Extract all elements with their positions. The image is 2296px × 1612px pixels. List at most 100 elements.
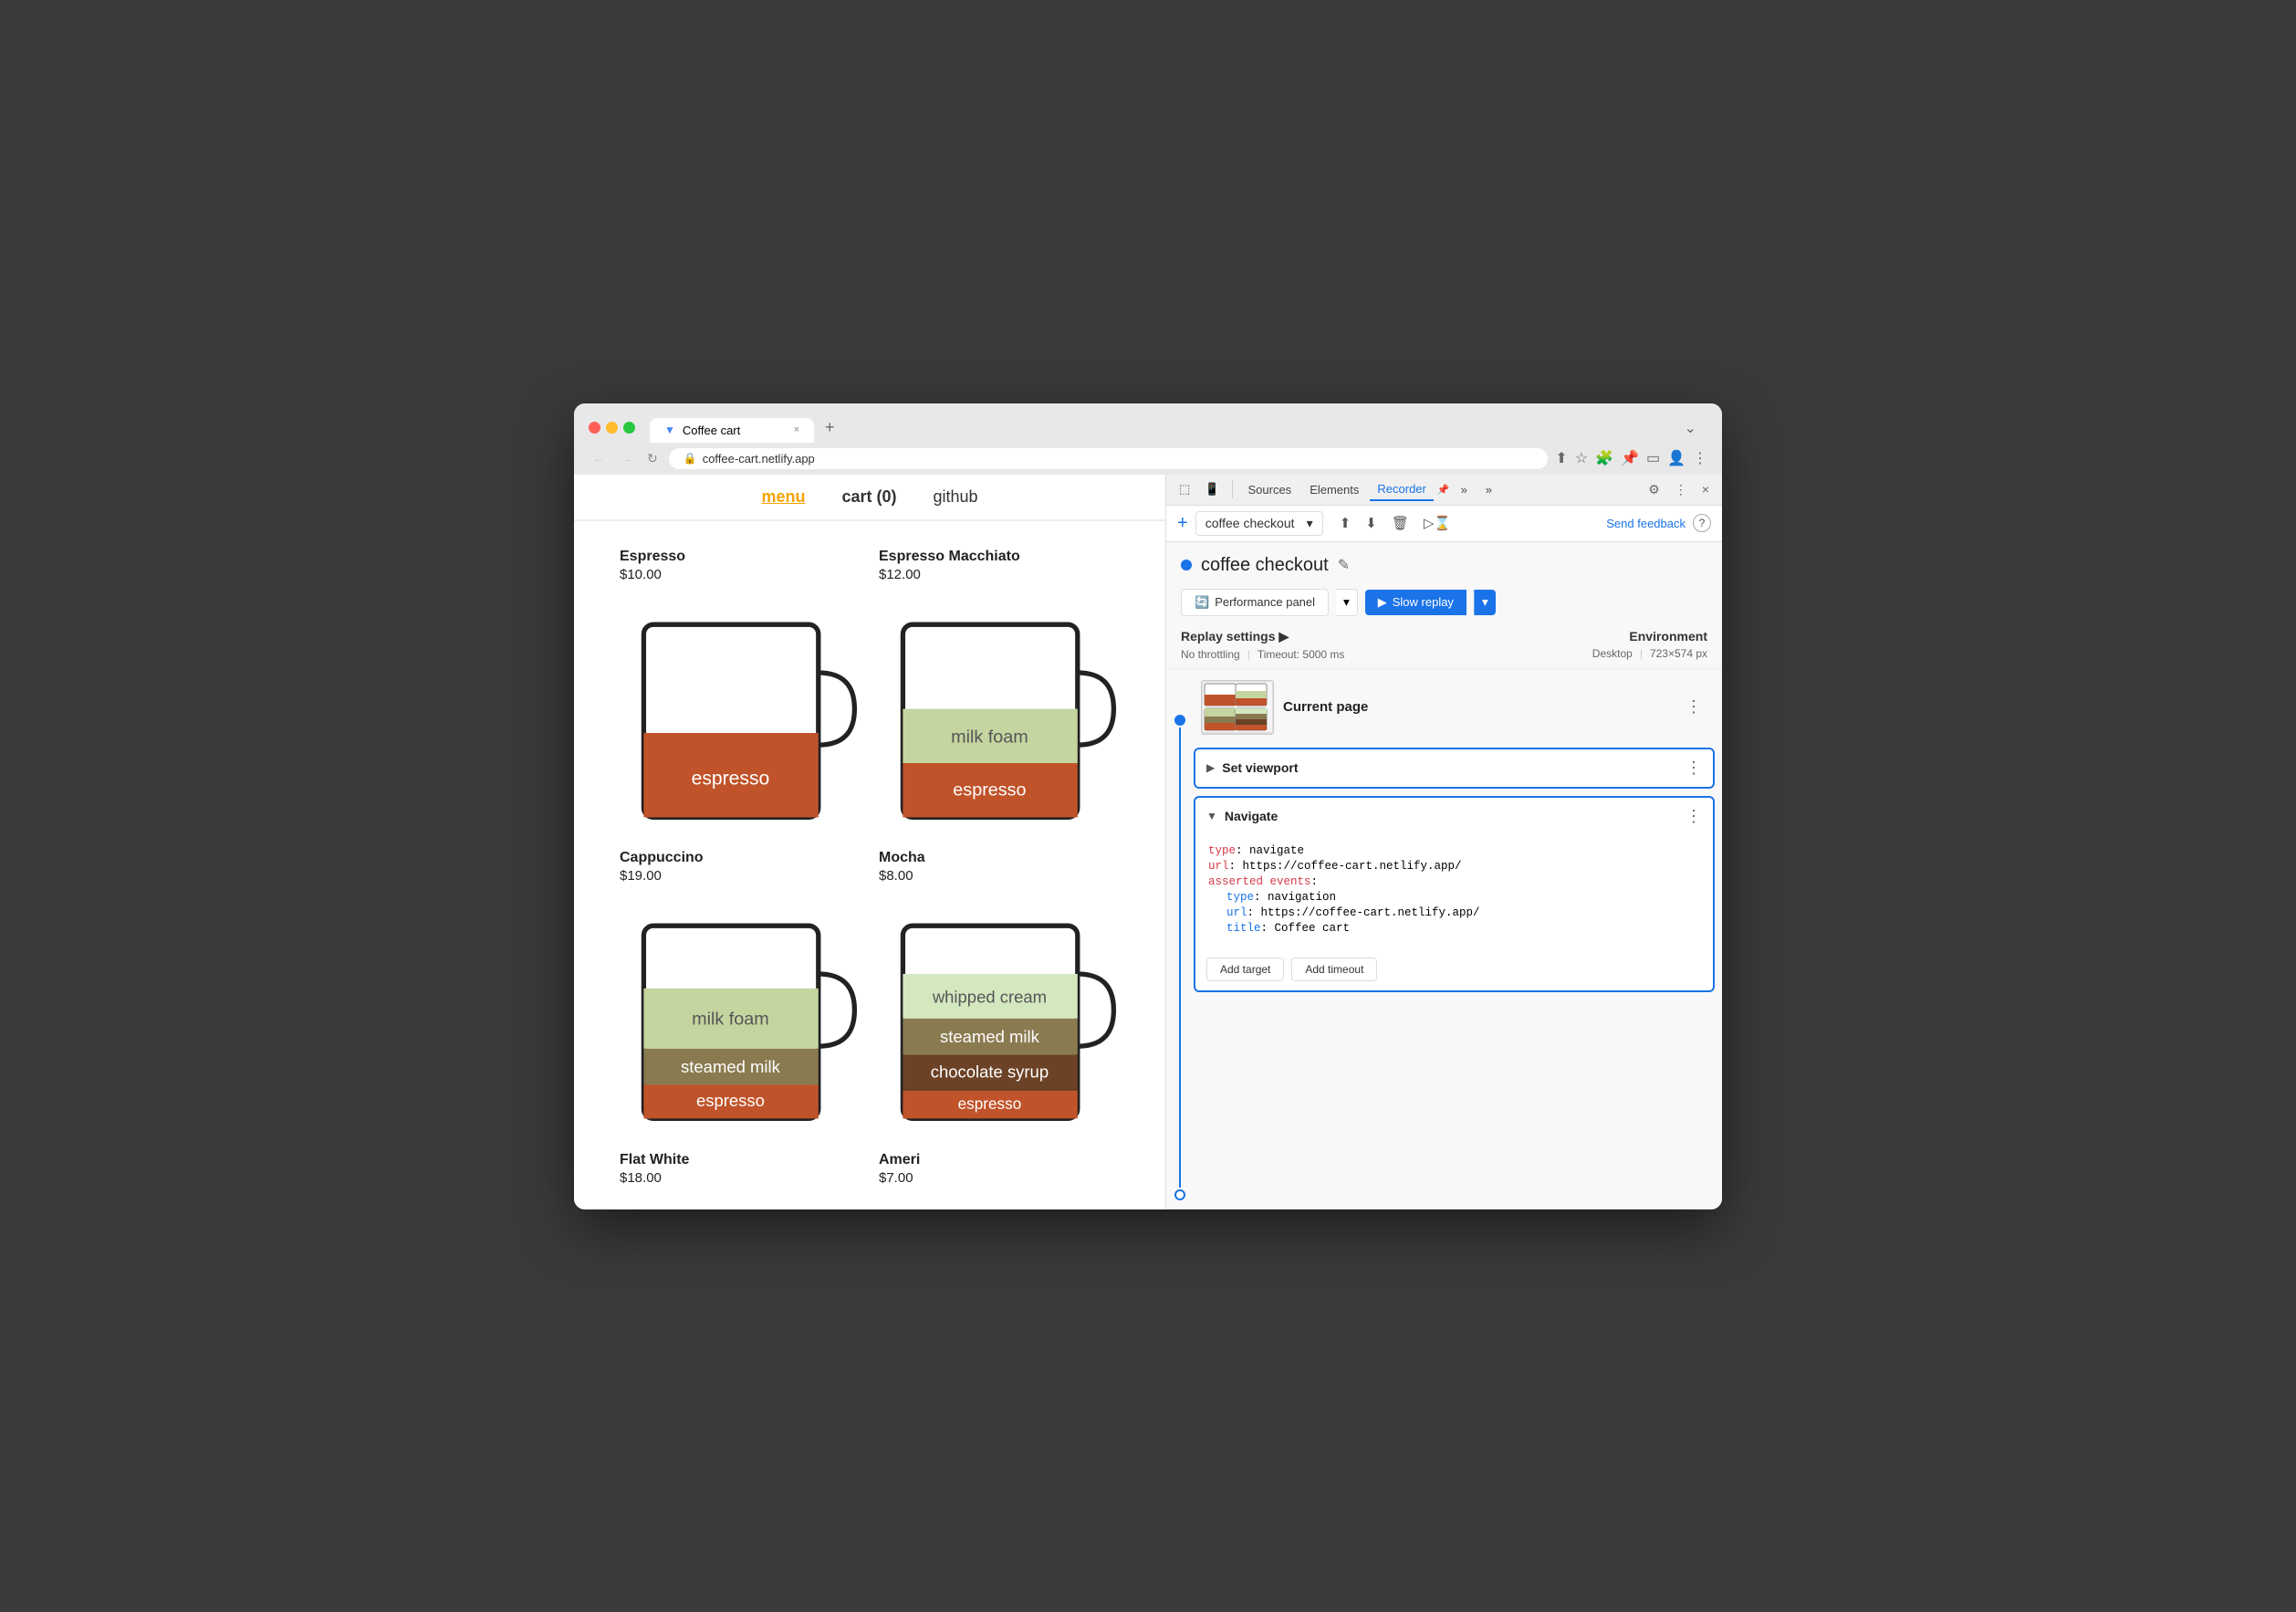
import-button[interactable]: ⬇ [1360,511,1383,535]
browser-tab[interactable]: ▼ Coffee cart × [650,418,814,443]
nav-cart-link[interactable]: cart (0) [841,487,896,507]
minimize-window-button[interactable] [606,422,618,434]
step-set-viewport-header[interactable]: ▶ Set viewport ⋮ [1195,749,1713,787]
tab-expand-button[interactable]: ⌄ [1674,413,1707,443]
share-icon[interactable]: ⬆ [1555,449,1567,467]
timeline-connector-1 [1179,727,1181,1188]
address-actions: ⬆ ☆ 🧩 📌 ▭ 👤 ⋮ [1555,449,1707,467]
product-name: Espresso [620,549,861,565]
product-cappuccino[interactable]: Cappuccino $19.00 milk foam steamed milk… [611,841,870,1143]
tab-elements[interactable]: Elements [1302,479,1366,500]
svg-text:chocolate syrup: chocolate syrup [931,1062,1049,1082]
product-espresso[interactable]: Espresso $10.00 espresso [611,539,870,842]
env-size-label: 723×574 px [1650,647,1707,660]
tab-more[interactable]: » [1478,479,1499,500]
step-title: Set viewport [1222,760,1678,775]
reload-button[interactable]: ↻ [643,449,662,468]
back-button[interactable]: ← [589,449,609,467]
replay-meta: No throttling | Timeout: 5000 ms [1181,648,1344,661]
recording-header: coffee checkout ✎ [1166,542,1722,583]
recording-select[interactable]: coffee checkout ▾ [1195,511,1323,536]
maximize-window-button[interactable] [623,422,635,434]
tab-recorder[interactable]: Recorder [1370,478,1433,501]
tab-bar: ▼ Coffee cart × + ⌄ [650,413,1707,443]
code-asserted-events: asserted events: [1208,875,1700,888]
export-button[interactable]: ⬆ [1334,511,1357,535]
timeline-dot-top [1174,715,1185,726]
extensions-icon[interactable]: 🧩 [1595,449,1613,467]
current-page-row: Current page ⋮ [1194,676,1715,744]
svg-text:milk foam: milk foam [951,727,1028,747]
code-nav-type: type: navigation [1208,891,1700,904]
code-nav-title: title: Coffee cart [1208,922,1700,935]
environment-meta: Desktop | 723×574 px [1592,647,1707,660]
sidebar-icon[interactable]: ▭ [1646,449,1660,467]
send-feedback-link[interactable]: Send feedback [1606,517,1685,530]
menu-icon[interactable]: ⋮ [1693,449,1707,467]
profile-icon[interactable]: 👤 [1667,449,1685,467]
timeline-dot-bottom [1174,1189,1185,1200]
replay-button[interactable]: ▷⌛ [1418,511,1456,535]
timeline-line [1166,676,1194,1202]
recorder-bar: + coffee checkout ▾ ⬆ ⬇ 🗑 ▷⌛ Send feedba… [1166,506,1722,542]
nav-github-link[interactable]: github [934,487,978,507]
cup-svg-cappuccino: milk foam steamed milk espresso [620,891,861,1166]
current-page-label: Current page [1283,699,1671,715]
cup-svg-americano [879,1193,1120,1209]
product-flat-white[interactable]: Flat White $18.00 [611,1143,870,1209]
recording-title: coffee checkout [1201,555,1329,576]
cup-svg-espresso: espresso [620,590,861,864]
slow-replay-button[interactable]: ▶ Slow replay [1365,590,1466,615]
add-target-button[interactable]: Add target [1206,958,1284,981]
product-mocha[interactable]: Mocha $8.00 whipped cream steamed milk c… [870,841,1129,1143]
new-tab-button[interactable]: + [814,413,846,443]
current-page-more-button[interactable]: ⋮ [1680,696,1707,718]
add-timeout-button[interactable]: Add timeout [1291,958,1377,981]
device-toggle-icon[interactable]: 📱 [1199,478,1225,500]
add-recording-button[interactable]: + [1177,513,1188,534]
product-espresso-macchiato[interactable]: Espresso Macchiato $12.00 milk foam espr… [870,539,1129,842]
svg-text:espresso: espresso [692,768,770,789]
product-price: $18.00 [620,1170,861,1186]
main-area: menu cart (0) github Espresso $10.00 esp… [574,475,1722,1209]
meta-separator: | [1247,648,1250,661]
recording-select-value: coffee checkout [1205,516,1295,530]
tab-close-recorder[interactable]: » [1454,479,1475,500]
devtools-more-button[interactable]: ⋮ [1669,478,1693,501]
code-type: type: navigate [1208,844,1700,857]
slow-replay-dropdown-button[interactable]: ▾ [1474,590,1496,615]
delete-recording-button[interactable]: 🗑 [1386,511,1414,535]
settings-button[interactable]: ⚙ [1643,478,1665,501]
step-navigate-more-button[interactable]: ⋮ [1685,807,1702,826]
step-navigate-header[interactable]: ▼ Navigate ⋮ [1195,798,1713,835]
step-expand-icon: ▶ [1206,761,1215,774]
pin-icon[interactable]: 📌 [1621,449,1639,467]
traffic-lights [589,422,635,434]
tab-close-button[interactable]: × [794,424,799,435]
browser-window: ▼ Coffee cart × + ⌄ ← → ↻ 🔒 coffee-cart.… [574,403,1722,1209]
step-navigate-actions: Add target Add timeout [1195,950,1713,990]
nav-menu-link[interactable]: menu [761,487,805,507]
bookmark-icon[interactable]: ☆ [1575,449,1588,467]
step-navigate: ▼ Navigate ⋮ type: navigate url: https:/… [1194,796,1715,992]
performance-panel-button[interactable]: 🔄 Performance panel [1181,589,1329,616]
product-americano[interactable]: Ameri $7.00 Total: $0.00 [870,1143,1129,1209]
tab-sources[interactable]: Sources [1240,479,1299,500]
performance-panel-dropdown-button[interactable]: ▾ [1336,589,1358,616]
cup-svg-macchiato: milk foam espresso [879,590,1120,864]
devtools-close-button[interactable]: × [1696,478,1715,500]
inspector-icon[interactable]: ⬚ [1174,478,1195,500]
step-navigate-body: type: navigate url: https://coffee-cart.… [1195,835,1713,950]
replay-settings-title[interactable]: Replay settings ▶ [1181,629,1344,644]
close-window-button[interactable] [589,422,600,434]
svg-text:espresso: espresso [953,780,1026,800]
edit-recording-title-icon[interactable]: ✎ [1338,556,1350,574]
help-button[interactable]: ? [1693,514,1711,532]
svg-text:whipped cream: whipped cream [932,988,1047,1007]
forward-button[interactable]: → [616,449,636,467]
product-name: Mocha [879,850,1120,866]
product-name: Flat White [620,1152,861,1168]
url-bar[interactable]: 🔒 coffee-cart.netlify.app [669,448,1549,469]
step-set-viewport: ▶ Set viewport ⋮ [1194,748,1715,789]
step-more-button[interactable]: ⋮ [1685,759,1702,778]
